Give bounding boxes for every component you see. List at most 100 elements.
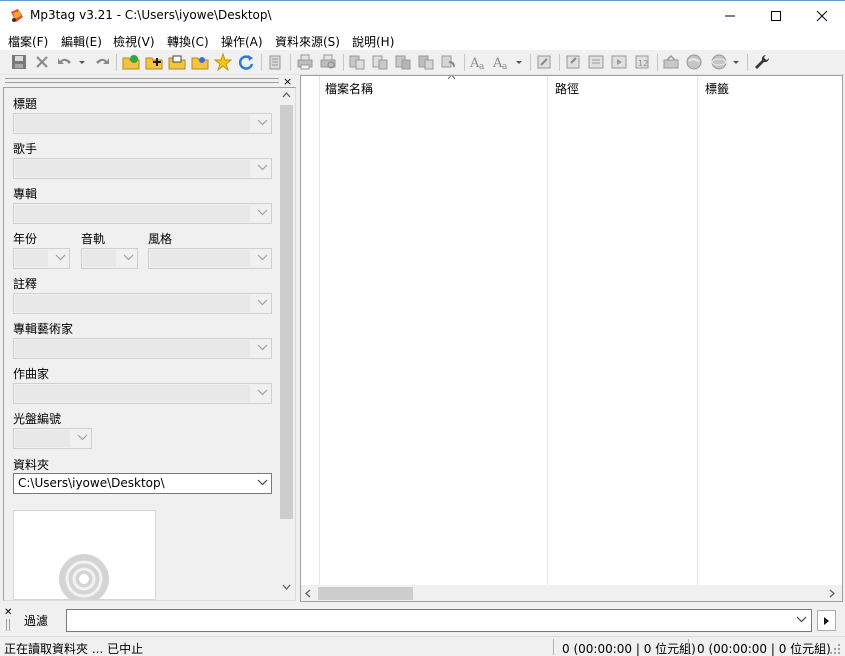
panel-grip[interactable] bbox=[5, 78, 279, 83]
menu-file[interactable]: 檔案(F) bbox=[8, 33, 48, 50]
menu-help[interactable]: 說明(H) bbox=[352, 33, 394, 50]
file-list[interactable]: 檔案名稱 路徑 標籤 bbox=[300, 75, 843, 602]
redo-button[interactable] bbox=[93, 53, 111, 71]
column-tag-label: 標籤 bbox=[705, 82, 730, 96]
tag-filename-icon bbox=[349, 55, 365, 70]
menu-convert[interactable]: 轉換(C) bbox=[167, 33, 209, 50]
title-bar: Mp3tag v3.21 - C:\Users\iyowe\Desktop\ bbox=[0, 0, 845, 31]
options-button[interactable] bbox=[753, 53, 771, 71]
tag-filename-button[interactable] bbox=[348, 53, 366, 71]
print-preview-button[interactable] bbox=[319, 53, 337, 71]
filter-input[interactable] bbox=[66, 609, 812, 632]
extended-tags-button[interactable] bbox=[266, 53, 284, 71]
column-divider[interactable] bbox=[697, 76, 698, 586]
save-button[interactable] bbox=[10, 53, 28, 71]
web-source-2-button[interactable] bbox=[710, 53, 728, 71]
album-field[interactable] bbox=[13, 203, 272, 224]
tag-sources-button[interactable] bbox=[662, 53, 680, 71]
album-artist-field[interactable] bbox=[13, 338, 272, 359]
web-source-icon bbox=[711, 54, 727, 70]
scroll-up-icon[interactable] bbox=[282, 92, 291, 98]
filter-apply-button[interactable] bbox=[817, 610, 836, 631]
track-field[interactable] bbox=[81, 248, 138, 269]
status-bar: 正在讀取資料夾 ... 已中止 0 (00:00:00 | 0 位元組) 0 (… bbox=[0, 636, 845, 656]
remove-tag-button[interactable] bbox=[33, 53, 51, 71]
svg-text:a: a bbox=[479, 62, 485, 71]
case-conversion-button[interactable]: Aa bbox=[469, 53, 487, 71]
text-dropdown-button[interactable] bbox=[514, 53, 524, 71]
scroll-right-icon[interactable] bbox=[829, 589, 835, 598]
file-list-hscrollbar[interactable] bbox=[301, 585, 842, 601]
scroll-thumb[interactable] bbox=[318, 587, 413, 600]
autonumber-button[interactable]: 12 bbox=[633, 53, 651, 71]
add-directory-button[interactable] bbox=[145, 53, 163, 71]
web-source-dropdown-button[interactable] bbox=[731, 53, 741, 71]
minimize-button[interactable] bbox=[707, 1, 753, 31]
extended-tags-icon bbox=[269, 55, 281, 70]
menu-tag-sources[interactable]: 資料來源(S) bbox=[275, 33, 340, 50]
column-header-filename[interactable]: 檔案名稱 bbox=[319, 76, 548, 98]
favorites-icon bbox=[214, 53, 232, 71]
numbering-wizard-button[interactable] bbox=[610, 53, 628, 71]
filter-close-icon[interactable]: ✕ bbox=[4, 607, 12, 618]
title-field[interactable] bbox=[13, 113, 272, 134]
playlist-button[interactable] bbox=[587, 53, 605, 71]
genre-field[interactable] bbox=[148, 248, 272, 269]
favorite-directory-button[interactable] bbox=[168, 53, 186, 71]
menu-actions[interactable]: 操作(A) bbox=[221, 33, 263, 50]
text-file-tag-icon bbox=[395, 55, 411, 70]
filter-grip[interactable] bbox=[6, 619, 10, 631]
export-button[interactable] bbox=[564, 53, 582, 71]
disc-number-field[interactable] bbox=[13, 428, 92, 449]
menu-bar: 檔案(F) 編輯(E) 檢視(V) 轉換(C) 操作(A) 資料來源(S) 說明… bbox=[0, 31, 845, 50]
favorites-button[interactable] bbox=[214, 53, 232, 71]
case-conversion-words-icon: Aa bbox=[492, 56, 508, 71]
menu-edit[interactable]: 編輯(E) bbox=[61, 33, 102, 50]
undo-button[interactable] bbox=[56, 53, 74, 71]
directory-value: C:\Users\iyowe\Desktop\ bbox=[18, 476, 165, 490]
add-directory-icon bbox=[145, 57, 163, 70]
cut-icon bbox=[537, 55, 551, 69]
column-header-path[interactable]: 路徑 bbox=[549, 76, 697, 98]
change-directory-icon bbox=[122, 55, 140, 70]
artist-field[interactable] bbox=[13, 158, 272, 179]
cut-button[interactable] bbox=[535, 53, 553, 71]
maximize-button[interactable] bbox=[753, 1, 799, 31]
undo-dropdown-button[interactable] bbox=[77, 53, 87, 71]
tag-panel-scrollbar[interactable] bbox=[278, 88, 295, 600]
chevron-down-icon bbox=[257, 344, 268, 351]
disc-number-label: 光盤編號 bbox=[13, 412, 62, 426]
column-divider[interactable] bbox=[547, 76, 548, 586]
scroll-left-icon[interactable] bbox=[305, 589, 311, 598]
column-header-tag[interactable]: 標籤 bbox=[699, 76, 839, 98]
filename-filename-button[interactable] bbox=[440, 53, 458, 71]
status-separator bbox=[688, 639, 689, 655]
column-filename-label: 檔案名稱 bbox=[325, 82, 374, 96]
resize-grip-icon[interactable] bbox=[829, 643, 841, 655]
open-playlist-button[interactable] bbox=[191, 53, 209, 71]
composer-field[interactable] bbox=[13, 383, 272, 404]
chevron-down-icon[interactable] bbox=[796, 616, 807, 623]
comment-field[interactable] bbox=[13, 293, 272, 314]
toolbar-separator bbox=[530, 54, 531, 71]
chevron-down-icon bbox=[77, 434, 88, 441]
print-button[interactable] bbox=[296, 53, 314, 71]
close-window-button[interactable] bbox=[799, 1, 845, 31]
menu-view[interactable]: 檢視(V) bbox=[113, 33, 155, 50]
directory-field[interactable]: C:\Users\iyowe\Desktop\ bbox=[13, 473, 272, 494]
tag-tag-button[interactable] bbox=[417, 53, 435, 71]
scroll-down-icon[interactable] bbox=[282, 584, 291, 590]
scroll-thumb[interactable] bbox=[280, 105, 293, 519]
web-source-button[interactable] bbox=[685, 53, 703, 71]
remove-tag-icon bbox=[36, 56, 48, 68]
year-field[interactable] bbox=[13, 248, 70, 269]
filter-label: 過濾 bbox=[24, 614, 49, 628]
refresh-button[interactable] bbox=[237, 53, 255, 71]
case-conversion-words-button[interactable]: Aa bbox=[492, 53, 510, 71]
maximize-icon bbox=[771, 11, 781, 21]
text-file-tag-button[interactable] bbox=[394, 53, 412, 71]
cover-art-box[interactable] bbox=[13, 510, 156, 600]
change-directory-button[interactable] bbox=[122, 53, 140, 71]
filename-tag-button[interactable] bbox=[371, 53, 389, 71]
web-source-dropdown-icon bbox=[733, 61, 739, 64]
